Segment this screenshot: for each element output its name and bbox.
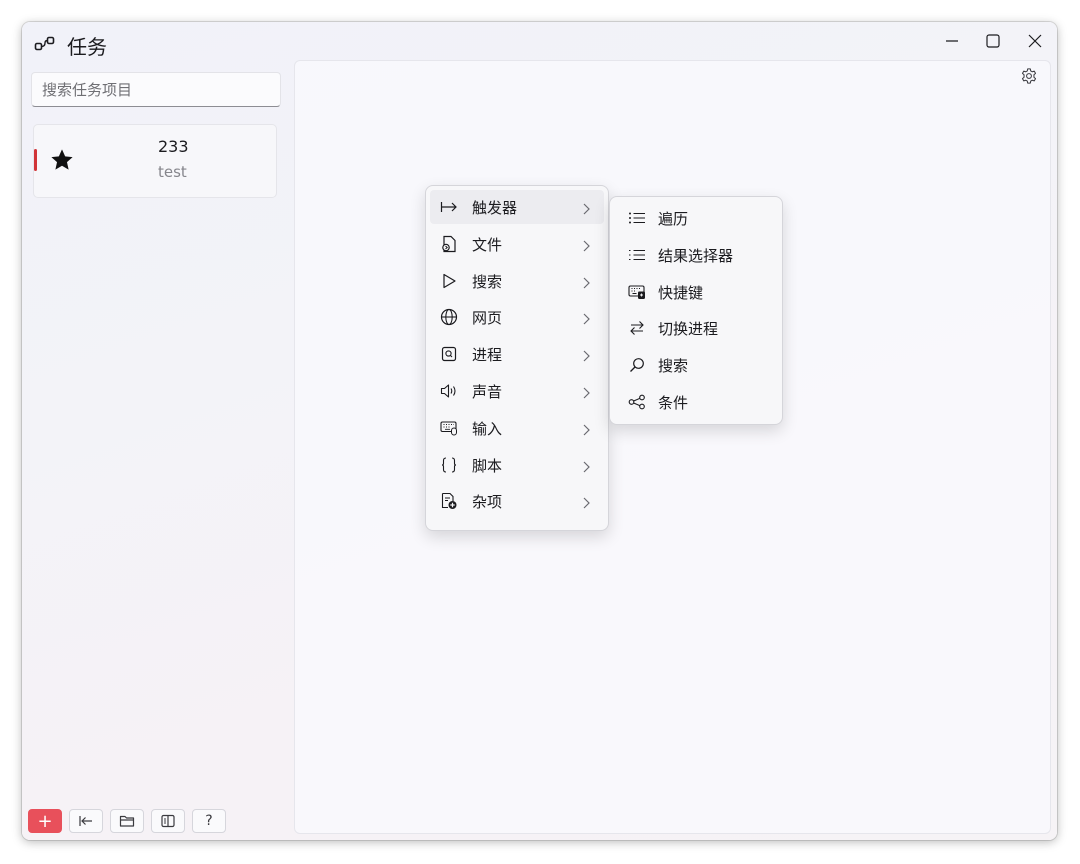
menu-item-label: 搜索 [472,272,503,291]
menu-item-web[interactable]: 网页 [430,300,604,334]
submenu-item-label: 快捷键 [658,283,704,302]
play-icon [440,272,458,290]
braces-icon [440,456,458,474]
chevron-right-icon [582,311,590,325]
open-folder-button[interactable] [110,809,144,833]
menu-item-label: 脚本 [472,456,503,475]
menu-item-label: 触发器 [472,199,518,217]
menu-item-label: 网页 [472,309,503,328]
swap-icon [628,319,646,337]
folder-icon [119,815,135,827]
docs-button[interactable] [151,809,185,833]
file-icon [440,235,458,253]
task-description: test [158,163,187,181]
collapse-left-icon [79,816,92,826]
context-menu: 触发器 文件 搜索 网页 进程 声音 输入 脚本 杂项 [425,185,609,531]
menu-item-label: 杂项 [472,493,503,512]
arrow-right-bar-icon [440,198,458,216]
collapse-sidebar-button[interactable] [69,809,103,833]
minimize-icon [946,40,958,42]
menu-item-label: 输入 [472,419,503,438]
list-icon [628,209,646,227]
submenu-item-result-selector[interactable]: 结果选择器 [614,238,778,272]
plus-icon: + [37,810,53,832]
list-select-icon [628,246,646,264]
chevron-right-icon [582,385,590,399]
branch-icon [628,393,646,411]
menu-item-input[interactable]: 输入 [430,411,604,445]
submenu-item-label: 遍历 [658,210,689,228]
submenu-item-search[interactable]: 搜索 [614,348,778,382]
submenu-item-label: 切换进程 [658,320,719,339]
gear-icon[interactable] [1020,67,1038,85]
menu-item-search[interactable]: 搜索 [430,264,604,298]
book-icon [161,814,175,828]
close-button[interactable] [1015,26,1055,56]
submenu-item-label: 条件 [658,393,689,412]
search-icon [628,356,646,374]
flow-nodes-icon [34,35,58,55]
menu-item-sound[interactable]: 声音 [430,374,604,408]
globe-icon [440,308,458,326]
maximize-icon [986,34,1000,48]
chevron-right-icon [582,238,590,252]
menu-item-process[interactable]: 进程 [430,337,604,371]
misc-add-icon [440,492,458,510]
submenu-item-switch-process[interactable]: 切换进程 [614,311,778,345]
star-icon [49,147,75,173]
chevron-right-icon [582,275,590,289]
close-icon [1028,34,1042,48]
add-task-button[interactable]: + [28,809,62,833]
menu-item-file[interactable]: 文件 [430,227,604,261]
maximize-button[interactable] [973,26,1013,56]
chevron-right-icon [582,495,590,509]
task-accent-bar [34,149,37,171]
submenu-item-label: 结果选择器 [658,246,734,265]
minimize-button[interactable] [932,26,972,56]
keyboard-shortcut-icon [628,283,646,301]
submenu-item-hotkey[interactable]: 快捷键 [614,275,778,309]
chevron-right-icon [582,459,590,473]
trigger-submenu: 遍历 结果选择器 快捷键 切换进程 搜索 条件 [609,196,783,425]
process-icon [440,345,458,363]
keyboard-icon [440,419,458,437]
menu-item-label: 文件 [472,235,503,254]
chevron-right-icon [582,348,590,362]
chevron-right-icon [582,201,590,215]
menu-item-label: 进程 [472,346,503,365]
submenu-item-label: 搜索 [658,357,689,376]
app-window: 任务 233 test + [22,22,1057,840]
help-icon: ? [205,813,213,829]
main-content-area [294,60,1051,834]
speaker-icon [440,382,458,400]
task-name: 233 [158,137,189,156]
chevron-right-icon [582,422,590,436]
submenu-item-condition[interactable]: 条件 [614,385,778,419]
menu-item-misc[interactable]: 杂项 [430,484,604,518]
help-button[interactable]: ? [192,809,226,833]
window-title: 任务 [67,35,107,59]
task-list-item[interactable]: 233 test [33,124,277,198]
menu-item-script[interactable]: 脚本 [430,448,604,482]
search-input[interactable] [31,72,281,107]
submenu-item-iterate[interactable]: 遍历 [614,201,778,235]
menu-item-label: 声音 [472,382,503,401]
menu-item-trigger[interactable]: 触发器 [430,190,604,224]
